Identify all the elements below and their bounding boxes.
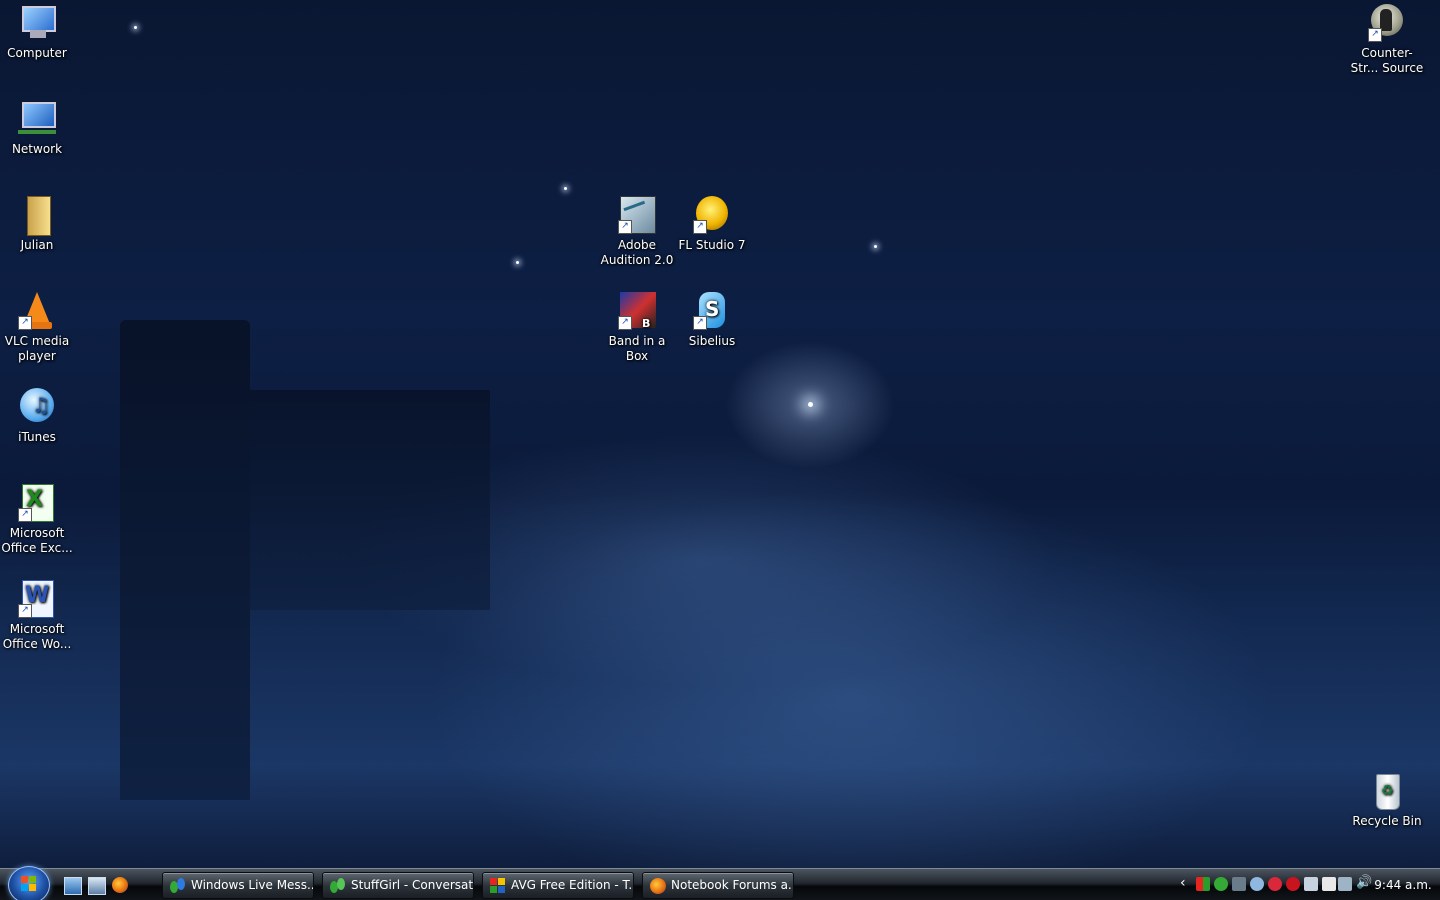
shortcut-arrow-icon: ↗: [618, 316, 632, 330]
band-in-a-box-icon: B ↗: [618, 292, 656, 330]
fl-studio-icon: ↗: [693, 196, 731, 234]
shortcut-arrow-icon: ↗: [1368, 28, 1382, 42]
star: [564, 187, 567, 190]
task-label: Windows Live Mess...: [191, 878, 314, 892]
clock[interactable]: 9:44 a.m.: [1372, 869, 1434, 900]
desktop-icon-computer[interactable]: Computer: [0, 4, 76, 61]
show-hidden-icons-chevron[interactable]: ‹: [1180, 875, 1186, 891]
star: [134, 26, 137, 29]
counter-strike-icon: ↗: [1368, 4, 1406, 42]
star: [516, 261, 519, 264]
vlc-icon: ↗: [18, 292, 56, 330]
icon-label: Adobe Audition 2.0: [600, 238, 674, 267]
user-folder-icon: [18, 196, 56, 236]
recycle-bin-icon: ♻: [1368, 772, 1406, 810]
task-label: StuffGirl - Conversat...: [351, 878, 474, 892]
sibelius-icon: S ↗: [693, 292, 731, 330]
star: [874, 245, 877, 248]
desktop-icon-julian[interactable]: Julian: [0, 196, 76, 253]
icon-label: Microsoft Office Wo...: [2, 622, 72, 651]
desktop-icon-band-in-a-box[interactable]: B ↗ Band in a Box: [598, 292, 676, 364]
shortcut-arrow-icon: ↗: [618, 220, 632, 234]
tray-network-icon[interactable]: [1232, 877, 1246, 891]
tray-network-status-icon[interactable]: [1338, 877, 1352, 891]
desktop-icon-adobe-audition[interactable]: ↗ Adobe Audition 2.0: [598, 196, 676, 268]
icon-label: Sibelius: [688, 334, 736, 348]
windows-start-orb[interactable]: [8, 866, 50, 900]
icon-label: Computer: [7, 46, 67, 60]
task-notebook-forums[interactable]: Notebook Forums a...: [642, 872, 794, 899]
icon-label: Microsoft Office Exc...: [1, 526, 73, 555]
task-avg-free-edition[interactable]: AVG Free Edition - T...: [482, 872, 634, 899]
volume-icon[interactable]: 🔊: [1356, 875, 1372, 890]
desktop-icon-sibelius[interactable]: S ↗ Sibelius: [673, 292, 751, 349]
desktop-icon-word[interactable]: W ↗ Microsoft Office Wo...: [0, 580, 76, 652]
word-icon: W ↗: [18, 580, 56, 618]
taskbar: Windows Live Mess... StuffGirl - Convers…: [0, 866, 1440, 900]
messenger-icon: [170, 878, 186, 894]
shortcut-arrow-icon: ↗: [18, 604, 32, 618]
itunes-icon: ♫: [18, 388, 56, 426]
desktop-icon-counter-strike[interactable]: ↗ Counter-Str... Source: [1348, 4, 1426, 76]
icon-label: Counter-Str... Source: [1350, 46, 1424, 75]
desktop-icon-itunes[interactable]: ♫ iTunes: [0, 388, 76, 445]
shortcut-arrow-icon: ↗: [693, 220, 707, 234]
tray-display-icon[interactable]: [1304, 877, 1318, 891]
icon-label: Band in a Box: [608, 334, 666, 363]
firefox-icon[interactable]: [112, 877, 128, 893]
tray-messenger-icon[interactable]: [1214, 877, 1228, 891]
star: [808, 402, 813, 407]
task-stuffgirl-conversation[interactable]: StuffGirl - Conversat...: [322, 872, 474, 899]
show-desktop-icon[interactable]: [64, 877, 82, 895]
shortcut-arrow-icon: ↗: [18, 508, 32, 522]
task-label: AVG Free Edition - T...: [511, 878, 634, 892]
tray-power-icon[interactable]: [1322, 877, 1336, 891]
computer-icon: [18, 4, 56, 42]
tray-alert-icon[interactable]: [1268, 877, 1282, 891]
cliff-left: [120, 320, 250, 800]
icon-label: Network: [11, 142, 63, 156]
icon-label: Recycle Bin: [1352, 814, 1422, 828]
icon-label: Julian: [20, 238, 54, 252]
excel-icon: X ↗: [18, 484, 56, 522]
cliff-middle: [250, 390, 490, 610]
firefox-icon: [650, 878, 666, 894]
messenger-conversation-icon: [330, 878, 346, 894]
desktop-icon-network[interactable]: Network: [0, 100, 76, 157]
task-windows-live-messenger[interactable]: Windows Live Mess...: [162, 872, 314, 899]
icon-label: FL Studio 7: [678, 238, 746, 252]
tray-avg-icon[interactable]: [1250, 877, 1264, 891]
network-icon: [18, 100, 56, 138]
tray-app-icon[interactable]: [1196, 877, 1210, 891]
adobe-audition-icon: ↗: [618, 196, 656, 234]
shortcut-arrow-icon: ↗: [693, 316, 707, 330]
desktop-icon-excel[interactable]: X ↗ Microsoft Office Exc...: [0, 484, 76, 556]
icon-label: iTunes: [18, 430, 56, 444]
task-label: Notebook Forums a...: [671, 878, 794, 892]
icon-label: VLC media player: [4, 334, 70, 363]
switch-windows-icon[interactable]: [88, 877, 106, 895]
desktop-icon-recycle-bin[interactable]: ♻ Recycle Bin: [1348, 772, 1426, 829]
desktop-icon-fl-studio[interactable]: ↗ FL Studio 7: [673, 196, 751, 253]
desktop-icon-vlc[interactable]: ↗ VLC media player: [0, 292, 76, 364]
shortcut-arrow-icon: ↗: [18, 316, 32, 330]
tray-flash-icon[interactable]: [1286, 877, 1300, 891]
avg-icon: [490, 878, 506, 894]
